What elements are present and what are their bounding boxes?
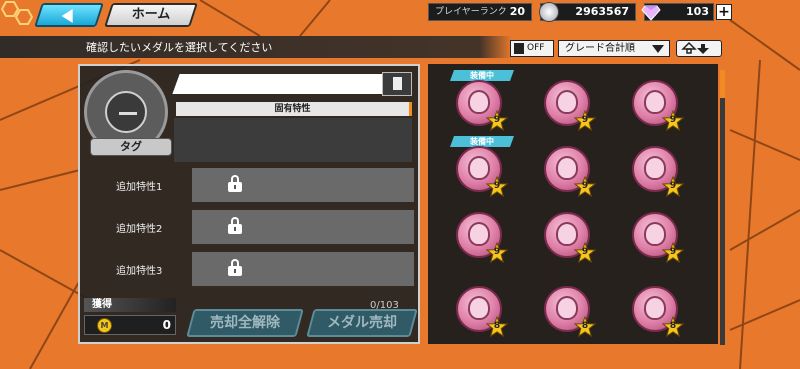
grade-badge: 8 [574, 316, 596, 338]
sort-select[interactable]: グレード合計順 [558, 40, 670, 57]
player-rank-label: プレイヤーランク [435, 7, 507, 17]
home-button-label: ホーム [131, 7, 171, 22]
gem-display: 103 [641, 3, 714, 21]
sort-order-arrows-icon [681, 41, 709, 54]
buy-gems-button[interactable]: + [716, 4, 732, 20]
back-button[interactable] [34, 3, 104, 27]
sort-order-button[interactable] [676, 40, 722, 57]
coin-value: 2963567 [575, 5, 629, 18]
medal-item[interactable]: 8 [544, 286, 596, 338]
grade-badge: 9 [574, 110, 596, 132]
additional-trait-field [192, 210, 414, 244]
medal-item[interactable]: 9 [632, 80, 684, 132]
additional-trait-label: 追加特性2 [116, 224, 163, 235]
medal-item[interactable]: 9 [456, 80, 508, 132]
grade-badge: 9 [662, 176, 684, 198]
lock-icon [228, 175, 242, 192]
acquire-value: 0 [162, 318, 171, 332]
tag-area [82, 158, 174, 162]
grade-badge: 9 [486, 176, 508, 198]
instruction-text: 確認したいメダルを選択してください [86, 41, 273, 54]
grade-value: 9 [669, 181, 677, 191]
empty-dash-icon [119, 112, 137, 115]
medal-item[interactable]: 9 [632, 212, 684, 264]
grade-badge: 9 [574, 176, 596, 198]
medal-item[interactable]: 8 [632, 286, 684, 338]
home-button[interactable]: ホーム [104, 3, 198, 27]
acquire-display: 獲得 M 0 [84, 298, 176, 338]
grade-badge: 9 [486, 242, 508, 264]
inherent-trait-header: 固有特性 [176, 102, 412, 116]
acquire-label: 獲得 [84, 298, 176, 312]
bookmark-icon [393, 77, 402, 90]
bookmark-icon [514, 43, 524, 54]
favorite-filter-toggle[interactable]: OFF [510, 40, 554, 57]
grade-badge: 9 [662, 110, 684, 132]
medal-item[interactable]: 9 [456, 146, 508, 198]
grade-value: 9 [669, 247, 677, 257]
unsell-all-button[interactable]: 売却全解除 [186, 309, 304, 337]
unsell-all-label: 売却全解除 [210, 315, 280, 331]
empty-medal-icon [105, 91, 147, 133]
coin-display: 2963567 [539, 2, 636, 22]
back-arrow-icon [61, 9, 73, 23]
grade-badge: 9 [662, 242, 684, 264]
favorite-filter-state: OFF [527, 43, 545, 53]
additional-trait-field [192, 252, 414, 286]
medal-name-bar [172, 74, 412, 94]
grade-value: 9 [493, 247, 501, 257]
grade-badge: 8 [486, 316, 508, 338]
grade-value: 9 [581, 247, 589, 257]
medal-item[interactable]: 8 [456, 286, 508, 338]
grade-badge: 8 [662, 316, 684, 338]
bookmark-button[interactable] [382, 72, 412, 96]
sell-medal-label: メダル売却 [327, 315, 397, 331]
grade-badge: 9 [574, 242, 596, 264]
coin-icon [539, 2, 559, 22]
additional-trait-row-3: 追加特性3 [82, 252, 414, 286]
player-rank-display: プレイヤーランク 20 [428, 3, 532, 21]
medal-item[interactable]: 9 [632, 146, 684, 198]
medal-item[interactable]: 9 [456, 212, 508, 264]
lock-icon [228, 259, 242, 276]
medal-item[interactable]: 9 [544, 80, 596, 132]
grade-value: 9 [581, 115, 589, 125]
grade-value: 9 [493, 181, 501, 191]
m-coin-icon: M [97, 318, 112, 333]
sort-select-label: グレード合計順 [565, 43, 635, 54]
grade-value: 9 [669, 115, 677, 125]
gem-value: 103 [686, 5, 709, 18]
tag-button[interactable]: タグ [90, 138, 172, 156]
sell-medal-button[interactable]: メダル売却 [306, 309, 418, 337]
inherent-trait-box [174, 118, 412, 162]
grade-value: 8 [581, 321, 589, 331]
additional-trait-row-1: 追加特性1 [82, 168, 414, 202]
player-rank-value: 20 [509, 5, 525, 18]
additional-trait-label: 追加特性1 [116, 182, 163, 193]
additional-trait-row-2: 追加特性2 [82, 210, 414, 244]
grade-value: 8 [669, 321, 677, 331]
acquire-value-box: M 0 [84, 315, 176, 335]
grade-value: 8 [493, 321, 501, 331]
medal-item[interactable]: 9 [544, 146, 596, 198]
additional-trait-field [192, 168, 414, 202]
grade-value: 9 [581, 181, 589, 191]
grade-value: 9 [493, 115, 501, 125]
scrollbar-thumb[interactable] [720, 70, 725, 98]
lock-icon [228, 217, 242, 234]
additional-trait-label: 追加特性3 [116, 266, 163, 277]
chevron-down-icon [652, 45, 664, 53]
scrollbar-track[interactable] [720, 70, 725, 345]
grade-badge: 9 [486, 110, 508, 132]
gem-icon [641, 5, 661, 21]
medal-item[interactable]: 9 [544, 212, 596, 264]
